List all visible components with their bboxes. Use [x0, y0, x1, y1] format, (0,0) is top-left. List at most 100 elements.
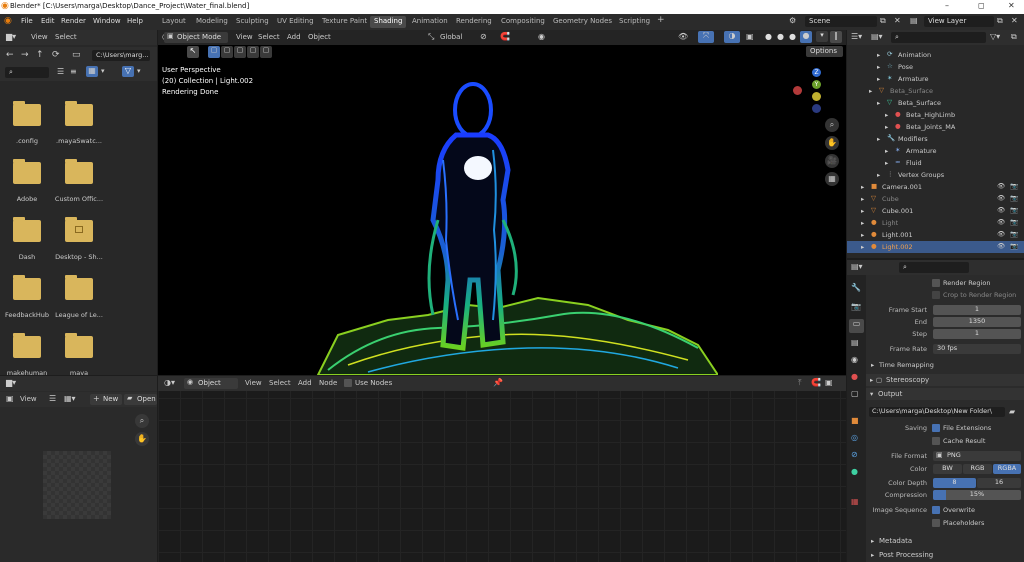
visibility-eye-icon[interactable]: 👁	[997, 182, 1005, 190]
outliner-row[interactable]: ▸ ■ Camera.001 👁 📷	[847, 181, 1024, 193]
output-path-field[interactable]: C:\Users\marga\Desktop\New Folder\	[869, 407, 1005, 417]
view-layer-tab-icon[interactable]: ▤	[851, 338, 859, 347]
outliner-row[interactable]: ▸ ▽ Beta_Surface	[847, 85, 1024, 97]
folder-icon[interactable]	[13, 275, 41, 300]
shader-node-editor[interactable]: ◑▾ Object ◉ View Select Add Node Use Nod…	[158, 376, 846, 562]
editor-type-icon[interactable]: ▤▾	[851, 262, 863, 271]
new-view-layer-icon[interactable]: ⧉	[997, 16, 1003, 26]
outliner-row[interactable]: ▸ ⟳ Animation	[847, 49, 1024, 61]
select-invert-icon[interactable]: ▢	[247, 46, 259, 58]
xray-icon[interactable]: ▣	[746, 32, 754, 41]
use-nodes-checkbox[interactable]	[344, 379, 352, 387]
pan-hand-icon[interactable]: ✋	[825, 136, 839, 150]
expand-chevron-icon[interactable]: ▸	[861, 243, 864, 251]
expand-chevron-icon[interactable]: ▸	[861, 207, 864, 215]
delete-scene-icon[interactable]: ✕	[894, 16, 901, 25]
time-remapping-panel[interactable]: Time Remapping	[879, 361, 934, 369]
pan-hand-icon[interactable]: ✋	[135, 432, 149, 446]
tool-tab-icon[interactable]: 🔧	[851, 283, 861, 292]
frame-start-field[interactable]: 1	[933, 305, 1021, 315]
folder-icon[interactable]	[13, 101, 41, 126]
image-view-menu[interactable]: View	[20, 395, 37, 403]
gizmo-x-axis[interactable]	[793, 86, 802, 95]
editor-type-icon[interactable]: ◑▾	[164, 378, 175, 387]
frame-end-field[interactable]: 1350	[933, 317, 1021, 327]
color-option-rgba[interactable]: RGBA	[993, 464, 1021, 474]
parent-tree-icon[interactable]: ⤒	[798, 378, 802, 388]
folder-icon[interactable]	[65, 101, 93, 126]
parent-directory-icon[interactable]: ↑	[36, 50, 44, 60]
render-visibility-icon[interactable]: 📷	[1010, 182, 1018, 190]
overlay-toggle-icon[interactable]: ◑	[724, 31, 740, 43]
render-visibility-icon[interactable]: 📷	[1010, 218, 1018, 226]
image-menu-icon[interactable]: ☰	[49, 394, 56, 403]
outliner-row[interactable]: ▸ ▽ Cube.001 👁 📷	[847, 205, 1024, 217]
menu-edit[interactable]: Edit	[41, 17, 55, 25]
expand-chevron-icon[interactable]: ▸	[885, 159, 888, 167]
world-tab-icon[interactable]: ●	[851, 372, 858, 381]
expand-chevron-icon[interactable]: ▸	[877, 171, 880, 179]
metadata-chevron-icon[interactable]: ▸	[871, 537, 874, 545]
expand-chevron-icon[interactable]: ▸	[861, 231, 864, 239]
color-option-rgb[interactable]: RGB	[963, 464, 992, 474]
outliner-row[interactable]: ▸ ⋮ Vertex Groups	[847, 169, 1024, 181]
viewport-view-menu[interactable]: View	[236, 33, 253, 41]
camera-view-icon[interactable]: 🎥	[825, 154, 839, 168]
toggle-sidebar-icon[interactable]: ‖	[830, 31, 842, 43]
folder-icon[interactable]	[13, 333, 41, 358]
visibility-icon[interactable]: 👁	[678, 32, 688, 41]
frame-rate-dropdown[interactable]: 30 fps	[933, 344, 1021, 354]
expand-chevron-icon[interactable]: ▸	[877, 51, 880, 59]
frame-step-field[interactable]: 1	[933, 329, 1021, 339]
placeholders-checkbox[interactable]	[932, 519, 940, 527]
tab-modeling[interactable]: Modeling	[192, 16, 232, 28]
outliner-row[interactable]: ▸ ● Light 👁 📷	[847, 217, 1024, 229]
tab-uv-editing[interactable]: UV Editing	[273, 16, 318, 28]
outliner-row[interactable]: ▸ ✶ Armature	[847, 145, 1024, 157]
post-processing-chevron-icon[interactable]: ▸	[871, 551, 874, 559]
blender-menu-icon[interactable]: ◉	[4, 16, 12, 26]
minimize-button[interactable]: –	[945, 1, 949, 10]
visibility-eye-icon[interactable]: 👁	[997, 242, 1005, 250]
outliner-row[interactable]: ▸ ▽ Beta_Surface	[847, 97, 1024, 109]
outliner-row[interactable]: ▸ ✶ Armature	[847, 73, 1024, 85]
file-browser-select-menu[interactable]: Select	[55, 33, 77, 41]
folder-icon[interactable]	[65, 159, 93, 184]
constraints-tab-icon[interactable]: ⊘	[851, 450, 858, 459]
shading-solid-icon[interactable]: ●	[777, 32, 784, 41]
directory-path-field[interactable]: C:\Users\marg...	[92, 50, 150, 61]
visibility-eye-icon[interactable]: 👁	[997, 218, 1005, 226]
zoom-icon[interactable]: ⌕	[825, 118, 839, 132]
file-extensions-checkbox[interactable]	[932, 424, 940, 432]
expand-chevron-icon[interactable]: ▸	[869, 87, 872, 95]
shading-options-icon[interactable]: ▾	[816, 31, 828, 42]
expand-chevron-icon[interactable]: ▸	[885, 111, 888, 119]
expand-chevron-icon[interactable]: ▸	[861, 219, 864, 227]
node-view-menu[interactable]: View	[245, 379, 262, 387]
folder-label[interactable]: Desktop - Sh...	[49, 253, 109, 261]
zoom-icon[interactable]: ⌕	[135, 414, 149, 428]
file-format-dropdown[interactable]: PNG	[933, 451, 1021, 461]
overwrite-checkbox[interactable]	[932, 506, 940, 514]
folder-icon[interactable]	[13, 159, 41, 184]
gizmo-neg-z-axis[interactable]	[812, 104, 821, 113]
node-overlay-icon[interactable]: ▣	[825, 378, 833, 387]
close-button[interactable]: ✕	[1008, 1, 1015, 10]
new-collection-icon[interactable]: ⧉	[1011, 32, 1017, 42]
viewport-add-menu[interactable]: Add	[287, 33, 301, 41]
maximize-button[interactable]: ◻	[978, 1, 985, 10]
tab-compositing[interactable]: Compositing	[497, 16, 549, 28]
post-processing-panel[interactable]: Post Processing	[879, 551, 933, 559]
select-subtract-icon[interactable]: ▢	[234, 46, 246, 58]
metadata-panel[interactable]: Metadata	[879, 537, 912, 545]
folder-icon[interactable]	[65, 275, 93, 300]
scene-tab-icon[interactable]: ◉	[851, 355, 858, 364]
visibility-eye-icon[interactable]: 👁	[997, 206, 1005, 214]
tab-layout[interactable]: Layout	[158, 16, 190, 28]
data-tab-icon[interactable]: ●	[851, 467, 858, 476]
outliner-row[interactable]: ▸ ▽ Cube 👁 📷	[847, 193, 1024, 205]
time-remapping-chevron-icon[interactable]: ▸	[871, 361, 874, 369]
object-tab-icon[interactable]: ■	[851, 416, 859, 425]
forward-icon[interactable]: →	[21, 50, 29, 60]
render-visibility-icon[interactable]: 📷	[1010, 206, 1018, 214]
